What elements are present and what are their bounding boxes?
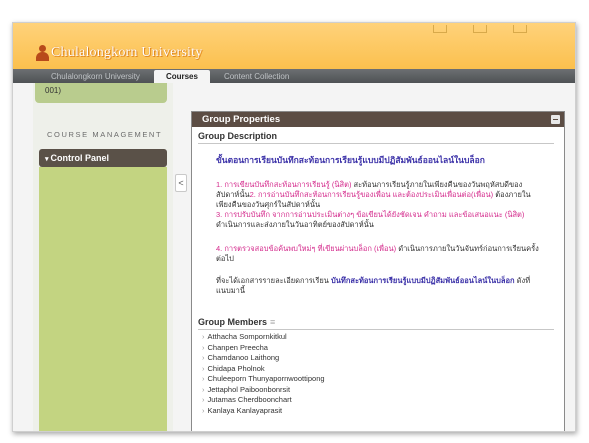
control-panel-body	[39, 167, 167, 431]
group-members-label: Group Members ≡	[198, 317, 554, 330]
list-item: › Chanpen Preecha	[202, 343, 564, 354]
header-icons	[433, 25, 527, 33]
control-panel-toggle[interactable]: ▾ Control Panel	[39, 149, 167, 167]
expand-arrow-icon: ▾	[45, 156, 49, 163]
document-title: บันทึกสะท้อนการเรียนรู้แบบมีปฏิสัมพันธ์อ…	[328, 276, 515, 285]
bullet-icon: ›	[202, 342, 205, 352]
description-step-4: 4. การตรวจสอบข้อค้นพบใหม่ๆ ที่เขียนผ่านบ…	[216, 244, 544, 264]
step-4-role: (เพื่อน)	[371, 244, 397, 253]
description-title: ขั้นตอนการเรียนบันทึกสะท้อนการเรียนรู้แบ…	[216, 155, 485, 165]
brand-name: Chulalongkorn University	[51, 45, 203, 60]
bullet-icon: ›	[202, 374, 205, 383]
member-name: Atthacha Sompornkitkul	[207, 332, 287, 341]
header-nav-icon[interactable]	[433, 25, 447, 33]
tab-content-collection[interactable]: Content Collection	[212, 70, 301, 83]
tab-bar: Chulalongkorn University Courses Content…	[13, 69, 575, 83]
member-name: Chamdanoo Laithong	[207, 353, 280, 362]
member-name: Jettaphol Paiboonbonrsit	[207, 384, 291, 394]
site-header: Chulalongkorn University	[13, 23, 575, 69]
description-step-3: 3. การปรับบันทึก จากการอ่านประเมินต่างๆ …	[216, 210, 544, 230]
group-properties-panel: Group Properties Group Description ขั้นต…	[191, 111, 565, 431]
step-3-role: (นิสิต)	[502, 210, 525, 219]
step-3-heading: 3. การปรับบันทึก จากการอ่านประเมินต่างๆ …	[216, 210, 503, 219]
list-item: › Chidapa Pholnok	[202, 364, 564, 375]
step-2-heading: 2. การอ่านบันทึกสะท้อนการเรียนรู้ของเพื่…	[249, 190, 494, 199]
minimize-icon[interactable]	[551, 115, 560, 124]
step-4-heading: 4. การตรวจสอบข้อค้นพบใหม่ๆ ที่เขียนผ่านบ…	[216, 244, 372, 253]
group-members-title: Group Members	[198, 317, 268, 327]
course-management-heading: COURSE MANAGEMENT	[47, 130, 163, 139]
header-nav-icon[interactable]	[513, 25, 527, 33]
list-item: › Kanlaya Kanlayaprasit	[202, 406, 564, 417]
university-logo-icon	[35, 45, 49, 61]
bullet-icon: ›	[202, 363, 205, 373]
control-panel-label: Control Panel	[50, 153, 110, 163]
screenshot-frame: Chulalongkorn University Chulalongkorn U…	[12, 22, 576, 432]
bullet-icon: ›	[202, 353, 205, 362]
panel-title-bar: Group Properties	[192, 112, 564, 127]
tab-courses[interactable]: Courses	[153, 70, 210, 83]
member-name: Chidapa Pholnok	[207, 363, 265, 373]
member-list: › Atthacha Sompornkitkul › Chanpen Preecha…	[202, 332, 564, 416]
list-item: › Jutamas Cherdboonchart	[202, 395, 564, 406]
header-nav-icon[interactable]	[473, 25, 487, 33]
panel-title: Group Properties	[202, 114, 281, 125]
list-icon: ≡	[270, 317, 276, 327]
bullet-icon: ›	[202, 405, 205, 415]
step-3-text: ดำเนินการและส่งภายในวันอาทิตย์ของสัปดาห์…	[216, 220, 374, 229]
group-description-label: Group Description	[198, 131, 554, 144]
description-steps-1-2: 1. การเขียนบันทึกสะท้อนการเรียนรู้ (นิสิ…	[216, 180, 544, 210]
collapse-sidebar-icon[interactable]: <	[175, 174, 187, 192]
bullet-icon: ›	[202, 384, 205, 394]
list-item: › Chuleeporn Thunyapornwoottipong	[202, 374, 564, 385]
list-item: › Jettaphol Paiboonbonrsit	[202, 385, 564, 396]
document-note-text: ที่จะได้เอกสารรายละเอียดการเรียน	[216, 276, 329, 285]
member-name: Jutamas Cherdboonchart	[207, 395, 292, 404]
tab-chulalongkorn-university[interactable]: Chulalongkorn University	[39, 70, 152, 83]
bullet-icon: ›	[202, 332, 205, 341]
member-name: Kanlaya Kanlayaprasit	[207, 405, 283, 415]
bullet-icon: ›	[202, 395, 205, 404]
description-document-note: ที่จะได้เอกสารรายละเอียดการเรียน บันทึกส…	[216, 276, 544, 296]
list-item: › Chamdanoo Laithong	[202, 353, 564, 364]
member-name: Chuleeporn Thunyapornwoottipong	[207, 374, 325, 383]
step-1-heading: 1. การเขียนบันทึกสะท้อนการเรียนรู้ (นิสิ…	[216, 180, 352, 189]
list-item: › Atthacha Sompornkitkul	[202, 332, 564, 343]
course-sidebar: 001) COURSE MANAGEMENT ▾ Control Panel	[33, 83, 173, 431]
course-id-label[interactable]: 001)	[35, 83, 167, 103]
brand[interactable]: Chulalongkorn University	[35, 43, 202, 61]
member-name: Chanpen Preecha	[207, 342, 268, 352]
